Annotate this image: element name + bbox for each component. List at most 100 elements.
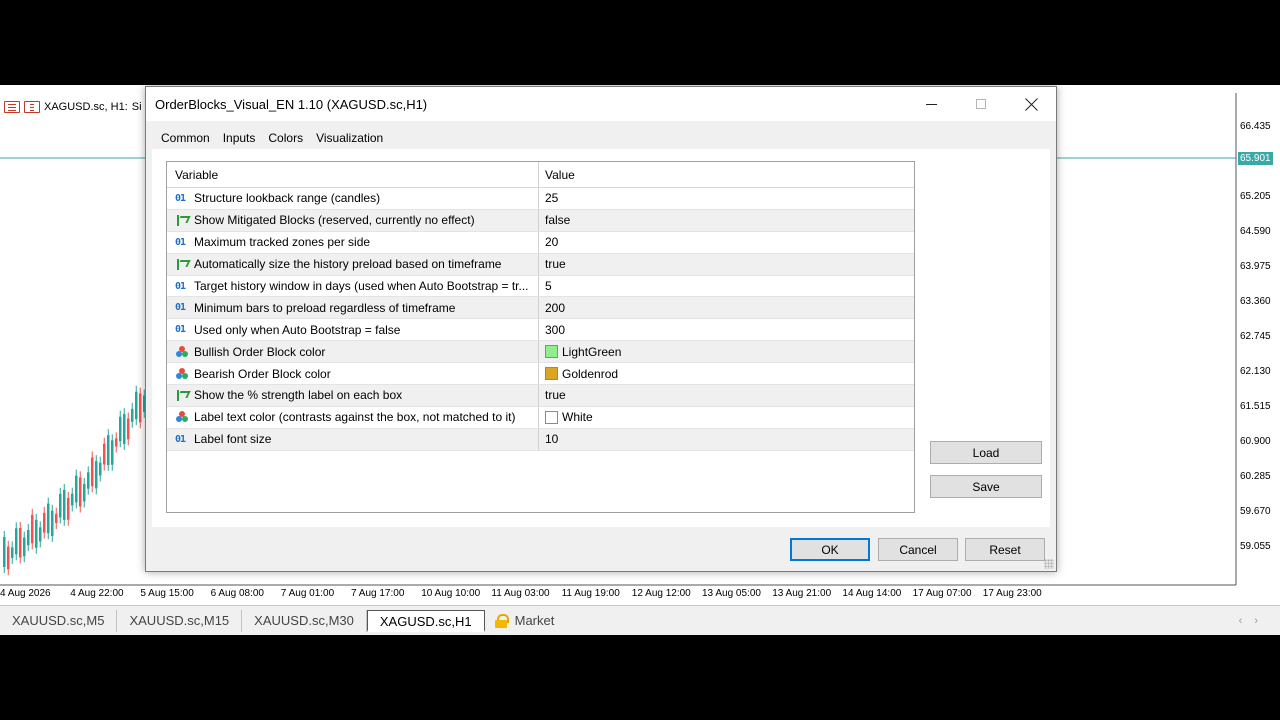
price-axis-label: 61.515 bbox=[1240, 401, 1271, 412]
close-icon bbox=[1025, 98, 1038, 111]
chart-type-icon[interactable] bbox=[24, 101, 40, 113]
color-swatch[interactable] bbox=[545, 367, 558, 381]
time-axis-label: 7 Aug 17:00 bbox=[351, 588, 405, 599]
table-row[interactable]: Automatically size the history preload b… bbox=[167, 253, 914, 276]
color-swatch[interactable] bbox=[545, 410, 558, 424]
price-axis-label: 66.435 bbox=[1240, 121, 1271, 132]
table-row[interactable]: Show the % strength label on each box tru… bbox=[167, 385, 914, 407]
value-cell[interactable]: true bbox=[539, 385, 914, 406]
integer-type-icon: 01 bbox=[175, 324, 186, 336]
price-axis-label: 59.055 bbox=[1240, 541, 1271, 552]
inputs-panel: Variable Value 01 Structure lookback rang… bbox=[152, 149, 1050, 527]
time-axis-label: 6 Aug 08:00 bbox=[210, 588, 264, 599]
tab-common[interactable]: Common bbox=[154, 128, 216, 151]
inputs-table-header: Variable Value bbox=[167, 162, 914, 188]
market-tab-label: Market bbox=[514, 613, 555, 628]
value-cell[interactable]: 10 bbox=[539, 429, 914, 450]
market-tab[interactable]: Market bbox=[485, 613, 565, 628]
value-text: LightGreen bbox=[562, 344, 622, 359]
time-axis-label: 14 Aug 14:00 bbox=[842, 588, 902, 599]
variable-name: Minimum bars to preload regardless of ti… bbox=[194, 300, 456, 315]
variable-name: Show Mitigated Blocks (reserved, current… bbox=[194, 213, 475, 228]
value-text: true bbox=[545, 257, 566, 272]
close-button[interactable] bbox=[1006, 87, 1056, 121]
tab-scroll-arrows[interactable]: ‹› bbox=[1239, 615, 1280, 627]
integer-type-icon: 01 bbox=[175, 433, 186, 445]
price-axis-label: 59.670 bbox=[1240, 506, 1271, 517]
time-axis-label: 12 Aug 12:00 bbox=[631, 588, 691, 599]
variable-name: Structure lookback range (candles) bbox=[194, 191, 381, 206]
variable-name: Used only when Auto Bootstrap = false bbox=[194, 322, 401, 337]
table-row[interactable]: 01 Label font size 10 bbox=[167, 428, 914, 451]
value-cell[interactable]: true bbox=[539, 254, 914, 275]
candles-group bbox=[3, 385, 146, 576]
value-text: Goldenrod bbox=[562, 366, 619, 381]
tab-colors[interactable]: Colors bbox=[261, 128, 309, 151]
time-axis-label: 7 Aug 01:00 bbox=[280, 588, 335, 599]
table-row[interactable]: 01 Maximum tracked zones per side 20 bbox=[167, 231, 914, 254]
column-header-variable[interactable]: Variable bbox=[167, 162, 539, 187]
tab-inputs[interactable]: Inputs bbox=[215, 128, 262, 151]
time-axis-label: 11 Aug 19:00 bbox=[561, 588, 620, 599]
chart-tab-xauusd-m5[interactable]: XAUUSD.sc,M5 bbox=[0, 609, 118, 632]
variable-name: Bearish Order Block color bbox=[194, 366, 331, 381]
table-row[interactable]: Bullish Order Block color LightGreen bbox=[167, 341, 914, 364]
time-axis-label: 4 Aug 2026 bbox=[0, 588, 51, 599]
boolean-type-icon bbox=[175, 389, 189, 402]
chart-symbol-label: XAGUSD.sc, H1: bbox=[44, 101, 128, 113]
chart-tab-xagusd-h1[interactable]: XAGUSD.sc,H1 bbox=[366, 609, 485, 632]
table-row[interactable]: Bearish Order Block color Goldenrod bbox=[167, 363, 914, 386]
value-cell[interactable]: 200 bbox=[539, 297, 914, 318]
variable-name: Automatically size the history preload b… bbox=[194, 257, 502, 272]
value-cell[interactable]: false bbox=[539, 210, 914, 231]
variable-cell: 01 Structure lookback range (candles) bbox=[167, 188, 539, 209]
chart-header: XAGUSD.sc, H1: Si bbox=[4, 99, 142, 115]
table-row[interactable]: 01 Used only when Auto Bootstrap = false 3… bbox=[167, 319, 914, 342]
variable-name: Maximum tracked zones per side bbox=[194, 235, 371, 250]
price-axis-label: 62.130 bbox=[1240, 366, 1271, 377]
chart-tab-xauusd-m15[interactable]: XAUUSD.sc,M15 bbox=[117, 609, 243, 632]
chart-tab-xauusd-m30[interactable]: XAUUSD.sc,M30 bbox=[242, 609, 367, 632]
price-axis-label: 64.590 bbox=[1240, 226, 1271, 237]
ok-button[interactable]: OK bbox=[790, 538, 870, 561]
table-row[interactable]: 01 Structure lookback range (candles) 25 bbox=[167, 188, 914, 210]
value-cell[interactable]: Goldenrod bbox=[539, 363, 914, 384]
table-row[interactable]: Label text color (contrasts against the … bbox=[167, 406, 914, 429]
time-axis-label: 4 Aug 22:00 bbox=[70, 588, 124, 599]
inputs-table: Variable Value 01 Structure lookback rang… bbox=[166, 161, 915, 513]
cancel-button[interactable]: Cancel bbox=[878, 538, 958, 561]
value-cell[interactable]: LightGreen bbox=[539, 341, 914, 362]
dialog-titlebar[interactable]: OrderBlocks_Visual_EN 1.10 (XAGUSD.sc,H1… bbox=[146, 87, 1056, 121]
menu-icon[interactable] bbox=[4, 101, 20, 113]
value-text: 10 bbox=[545, 432, 559, 447]
variable-cell: 01 Used only when Auto Bootstrap = false bbox=[167, 319, 539, 341]
resize-grip-icon[interactable] bbox=[1044, 559, 1054, 569]
variable-cell: Show Mitigated Blocks (reserved, current… bbox=[167, 209, 539, 231]
maximize-button[interactable] bbox=[956, 87, 1006, 121]
color-swatch[interactable] bbox=[545, 345, 558, 359]
reset-button[interactable]: Reset bbox=[965, 538, 1045, 561]
table-row[interactable]: 01 Minimum bars to preload regardless of … bbox=[167, 297, 914, 320]
variable-name: Show the % strength label on each box bbox=[194, 388, 403, 403]
value-cell[interactable]: 25 bbox=[539, 188, 914, 209]
load-button[interactable]: Load bbox=[930, 441, 1042, 464]
minimize-button[interactable] bbox=[906, 87, 956, 121]
variable-cell: 01 Maximum tracked zones per side bbox=[167, 231, 539, 253]
tab-visualization[interactable]: Visualization bbox=[309, 128, 389, 151]
value-cell[interactable]: White bbox=[539, 407, 914, 428]
value-text: 200 bbox=[545, 300, 566, 315]
value-cell[interactable]: 5 bbox=[539, 276, 914, 297]
table-row[interactable]: 01 Target history window in days (used wh… bbox=[167, 275, 914, 298]
variable-cell: Automatically size the history preload b… bbox=[167, 253, 539, 275]
time-axis-label: 5 Aug 15:00 bbox=[140, 588, 194, 599]
integer-type-icon: 01 bbox=[175, 192, 186, 204]
dialog-title: OrderBlocks_Visual_EN 1.10 (XAGUSD.sc,H1… bbox=[155, 96, 428, 112]
boolean-type-icon bbox=[175, 214, 189, 227]
column-header-value[interactable]: Value bbox=[539, 162, 914, 187]
chart-tab-bar: XAUUSD.sc,M5 XAUUSD.sc,M15 XAUUSD.sc,M30… bbox=[0, 605, 1280, 635]
value-cell[interactable]: 20 bbox=[539, 232, 914, 253]
integer-type-icon: 01 bbox=[175, 302, 186, 314]
save-button[interactable]: Save bbox=[930, 475, 1042, 498]
value-cell[interactable]: 300 bbox=[539, 319, 914, 340]
table-row[interactable]: Show Mitigated Blocks (reserved, current… bbox=[167, 209, 914, 232]
